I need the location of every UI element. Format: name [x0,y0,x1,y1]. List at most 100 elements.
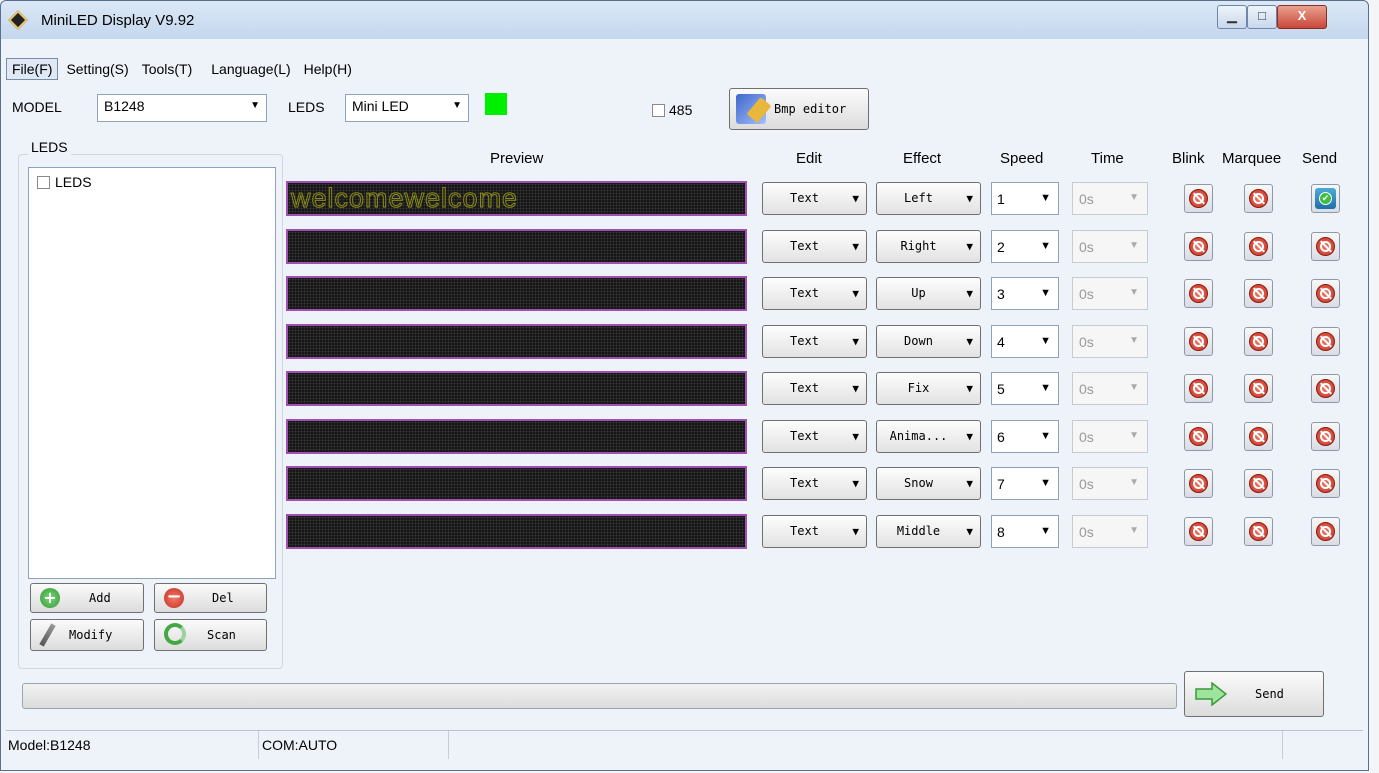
checkbox-485-label: 485 [669,102,693,118]
chevron-down-icon: ▼ [1040,287,1051,299]
preview-panel [286,419,747,454]
speed-select[interactable]: 4 ▼ [991,325,1059,358]
marquee-toggle[interactable] [1244,232,1273,261]
effect-select[interactable]: Up ▼ [876,277,981,310]
menu-setting[interactable]: Setting(S) [61,59,133,79]
delete-button[interactable]: − Del [154,583,267,613]
prohibited-icon [1189,522,1208,541]
marquee-toggle[interactable] [1244,517,1273,546]
time-select[interactable]: 0s ▼ [1072,230,1148,263]
send-toggle[interactable] [1311,422,1340,451]
marquee-toggle[interactable] [1244,374,1273,403]
effect-select[interactable]: Anima... ▼ [876,420,981,453]
chevron-down-icon: ▼ [1040,477,1051,489]
speed-select[interactable]: 5 ▼ [991,372,1059,405]
menu-bar: File(F) Setting(S) Tools(T) Language(L) Help… [6,58,360,80]
column-header-speed: Speed [1000,150,1044,167]
blink-toggle[interactable] [1184,327,1213,356]
blink-toggle[interactable] [1184,232,1213,261]
speed-select[interactable]: 6 ▼ [991,420,1059,453]
time-select[interactable]: 0s ▼ [1072,420,1148,453]
time-select[interactable]: 0s ▼ [1072,325,1148,358]
prohibited-icon [1249,237,1268,256]
menu-language[interactable]: Language(L) [206,59,295,79]
time-select[interactable]: 0s ▼ [1072,467,1148,500]
speed-select[interactable]: 7 ▼ [991,467,1059,500]
bmp-editor-button[interactable]: Bmp editor [729,88,869,130]
column-header-send: Send [1302,150,1338,167]
send-toggle[interactable] [1311,469,1340,498]
blink-toggle[interactable] [1184,374,1213,403]
send-toggle[interactable]: ✔ [1311,184,1340,213]
scan-button[interactable]: Scan [154,619,267,651]
minimize-button[interactable]: ▁ [1217,5,1247,29]
maximize-button[interactable]: □ [1247,5,1277,29]
close-button[interactable]: X [1277,5,1327,29]
blink-toggle[interactable] [1184,422,1213,451]
send-toggle[interactable] [1311,232,1340,261]
menu-file[interactable]: File(F) [6,58,59,80]
send-toggle[interactable] [1311,279,1340,308]
marquee-toggle[interactable] [1244,327,1273,356]
prohibited-icon [1249,427,1268,446]
delete-button-label: Del [212,591,234,605]
app-icon [8,10,28,30]
modify-button[interactable]: Modify [30,619,144,651]
menu-help[interactable]: Help(H) [299,59,357,79]
menu-tools[interactable]: Tools(T) [137,59,198,79]
marquee-toggle[interactable] [1244,422,1273,451]
model-select[interactable]: B1248 ▼ [97,94,267,122]
leds-tree[interactable]: LEDS [28,167,276,579]
speed-select[interactable]: 2 ▼ [991,230,1059,263]
blink-toggle[interactable] [1184,279,1213,308]
edit-select[interactable]: Text ▼ [762,230,867,263]
prohibited-icon [1249,332,1268,351]
edit-select[interactable]: Text ▼ [762,182,867,215]
send-toggle[interactable] [1311,517,1340,546]
leds-tree-checkbox[interactable] [37,176,50,189]
effect-select[interactable]: Down ▼ [876,325,981,358]
checkbox-485[interactable] [652,104,665,117]
marquee-toggle[interactable] [1244,279,1273,308]
preview-panel [286,514,747,549]
speed-select[interactable]: 3 ▼ [991,277,1059,310]
prohibited-icon [1189,189,1208,208]
connection-status-indicator [485,93,507,115]
chevron-down-icon: ▼ [966,287,973,300]
effect-select[interactable]: Snow ▼ [876,467,981,500]
add-button[interactable]: + Add [30,583,144,613]
speed-select[interactable]: 1 ▼ [991,182,1059,215]
edit-select[interactable]: Text ▼ [762,372,867,405]
edit-select[interactable]: Text ▼ [762,420,867,453]
time-select[interactable]: 0s ▼ [1072,277,1148,310]
plus-icon: + [40,588,60,608]
effect-select[interactable]: Fix ▼ [876,372,981,405]
effect-select[interactable]: Right ▼ [876,230,981,263]
edit-select[interactable]: Text ▼ [762,515,867,548]
time-select[interactable]: 0s ▼ [1072,515,1148,548]
send-toggle[interactable] [1311,327,1340,356]
edit-select[interactable]: Text ▼ [762,467,867,500]
blink-toggle[interactable] [1184,184,1213,213]
status-model: Model:B1248 [6,731,259,759]
marquee-toggle[interactable] [1244,469,1273,498]
speed-select[interactable]: 8 ▼ [991,515,1059,548]
send-toggle[interactable] [1311,374,1340,403]
effect-select[interactable]: Left ▼ [876,182,981,215]
leds-type-select[interactable]: Mini LED ▼ [345,94,469,122]
time-select-value: 0s [1079,334,1094,350]
time-select[interactable]: 0s ▼ [1072,182,1148,215]
effect-select[interactable]: Middle ▼ [876,515,981,548]
time-select[interactable]: 0s ▼ [1072,372,1148,405]
send-button[interactable]: Send [1184,671,1324,717]
blink-toggle[interactable] [1184,469,1213,498]
status-bar: Model:B1248 COM:AUTO [6,730,1363,759]
leds-tree-item[interactable]: LEDS [55,174,92,190]
refresh-icon [164,623,186,645]
status-empty-cell [450,731,1283,759]
bmp-editor-label: Bmp editor [774,102,847,116]
edit-select[interactable]: Text ▼ [762,325,867,358]
edit-select[interactable]: Text ▼ [762,277,867,310]
blink-toggle[interactable] [1184,517,1213,546]
marquee-toggle[interactable] [1244,184,1273,213]
